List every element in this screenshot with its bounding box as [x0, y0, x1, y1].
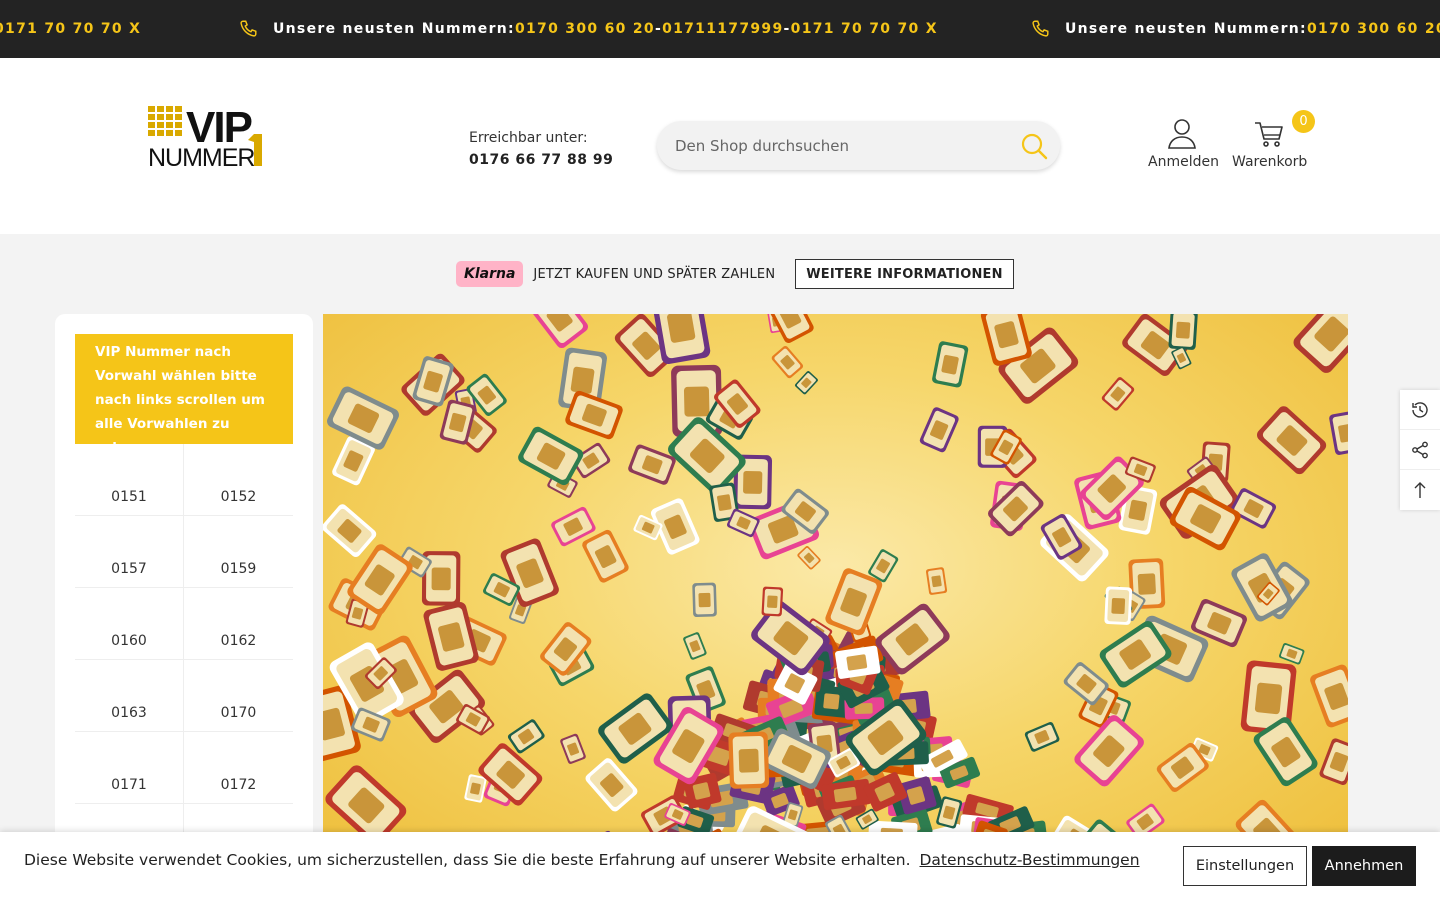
arrow-up-icon: [1414, 482, 1426, 498]
separator: -: [783, 21, 791, 37]
klarna-logo: Klarna: [456, 261, 524, 287]
back-to-top-button[interactable]: [1400, 470, 1440, 510]
login-button[interactable]: Anmelden: [1148, 116, 1219, 170]
search-icon[interactable]: [1020, 132, 1048, 160]
recently-viewed-button[interactable]: [1400, 390, 1440, 430]
cookie-accept-button[interactable]: Annehmen: [1312, 846, 1416, 886]
announcement-item-repeat: Unsere neusten Nummern: 0170 300 60 20 -: [1029, 0, 1440, 58]
cookie-banner: Diese Website verwendet Cookies, um sich…: [0, 832, 1440, 900]
hero-sim-cards-illustration: [323, 314, 1348, 874]
prefix-link[interactable]: 0152: [184, 444, 293, 516]
prefix-link[interactable]: 0151: [75, 444, 184, 516]
floating-tools: [1400, 390, 1440, 510]
announcement-prefix: Unsere neusten Nummern:: [273, 21, 515, 37]
cookie-text: Diese Website verwendet Cookies, um sich…: [24, 851, 911, 869]
phone-icon: [237, 18, 259, 40]
announcement-bar: 0171 70 70 70 X Unsere neusten Nummern: …: [0, 0, 1440, 58]
svg-text:NUMMER: NUMMER: [148, 144, 255, 168]
announcement-number-3: 0171 70 70 70 X: [790, 21, 938, 37]
cart-label: Warenkorb: [1232, 154, 1308, 170]
klarna-text: JETZT KAUFEN UND SPÄTER ZAHLEN: [533, 266, 776, 282]
announcement-number-3: 0171 70 70 70 X: [0, 21, 142, 37]
cart-count-badge: 0: [1292, 110, 1315, 133]
announcement-tail: 0171 70 70 70 X: [0, 0, 141, 58]
hero-banner[interactable]: [323, 314, 1348, 874]
klarna-promo: Klarna JETZT KAUFEN UND SPÄTER ZAHLEN WE…: [456, 259, 1014, 289]
prefix-link[interactable]: 0171: [75, 732, 184, 804]
sidebar-heading: VIP Nummer nach Vorwahl wählen bitte nac…: [75, 334, 293, 456]
cookie-message: Diese Website verwendet Cookies, um sich…: [24, 851, 1140, 869]
announcement-number-1: 0170 300 60 20: [514, 21, 655, 37]
search-bar: [657, 121, 1060, 170]
announcement-item: Unsere neusten Nummern: 0170 300 60 20 -…: [237, 0, 938, 58]
prefix-link[interactable]: 0159: [184, 516, 293, 588]
prefix-link[interactable]: 0172: [184, 732, 293, 804]
prefix-link[interactable]: 0163: [75, 660, 184, 732]
cookie-settings-button[interactable]: Einstellungen: [1183, 846, 1307, 886]
klarna-more-info-button[interactable]: WEITERE INFORMATIONEN: [795, 259, 1014, 289]
separator: -: [654, 21, 663, 37]
privacy-policy-link[interactable]: Datenschutz-Bestimmungen: [920, 851, 1140, 869]
contact-info: Erreichbar unter: 0176 66 77 88 99: [469, 130, 613, 168]
prefix-sidebar: VIP Nummer nach Vorwahl wählen bitte nac…: [55, 314, 313, 874]
phone-icon: [1029, 18, 1051, 40]
site-logo[interactable]: VIP NUMMER: [148, 103, 264, 172]
announcement-prefix: Unsere neusten Nummern:: [1065, 21, 1307, 37]
announcement-number-1: 0170 300 60 20: [1306, 21, 1440, 37]
login-label: Anmelden: [1148, 154, 1219, 170]
share-button[interactable]: [1400, 430, 1440, 470]
history-icon: [1412, 401, 1428, 418]
prefix-link[interactable]: 0162: [184, 588, 293, 660]
site-header: VIP NUMMER Erreichbar unter: 0176 66 77 …: [0, 58, 1440, 234]
prefix-link[interactable]: 0157: [75, 516, 184, 588]
contact-label: Erreichbar unter:: [469, 130, 588, 146]
share-icon: [1412, 441, 1428, 458]
cart-icon: [1252, 116, 1286, 150]
contact-phone[interactable]: 0176 66 77 88 99: [469, 152, 613, 168]
search-input[interactable]: [675, 121, 1005, 170]
user-icon: [1165, 116, 1199, 150]
prefix-link[interactable]: 0170: [184, 660, 293, 732]
announcement-number-2: 01711177999: [662, 21, 784, 37]
prefix-link[interactable]: 0160: [75, 588, 184, 660]
